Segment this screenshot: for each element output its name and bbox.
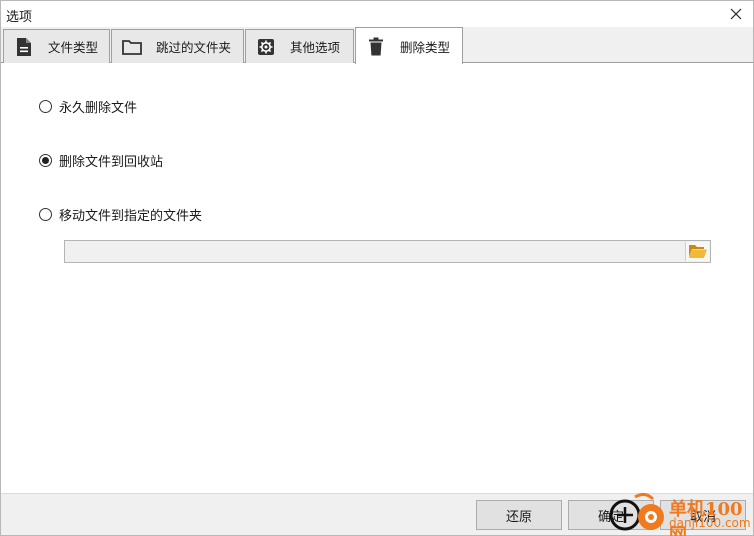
tab-skipped-folders[interactable]: 跳过的文件夹 xyxy=(111,29,244,63)
radio-button-selected[interactable] xyxy=(39,154,52,167)
document-icon xyxy=(14,37,34,57)
site-watermark: 单机100网 danji100.com xyxy=(605,491,753,536)
target-folder-input[interactable] xyxy=(64,240,711,263)
gear-icon xyxy=(256,37,276,57)
tab-file-types[interactable]: 文件类型 xyxy=(3,29,110,63)
tab-label: 删除类型 xyxy=(400,39,451,55)
radio-label: 删除文件到回收站 xyxy=(59,155,164,170)
open-folder-icon xyxy=(688,245,707,258)
options-dialog: 选项 文件类型 跳过的文件夹 其他选项 删除类型 永久删除文件 删除文件到回收站… xyxy=(0,0,754,536)
radio-label: 移动文件到指定的文件夹 xyxy=(59,209,203,224)
window-title: 选项 xyxy=(6,10,33,25)
title-bar: 选项 xyxy=(1,1,753,27)
tab-strip: 文件类型 跳过的文件夹 其他选项 删除类型 xyxy=(1,27,753,64)
close-button[interactable] xyxy=(719,1,753,27)
radio-permanent-delete[interactable]: 永久删除文件 xyxy=(39,97,137,116)
browse-folder-button[interactable] xyxy=(685,242,709,261)
tab-label: 文件类型 xyxy=(48,40,99,55)
trash-icon xyxy=(366,36,386,56)
radio-label: 永久删除文件 xyxy=(59,101,138,116)
restore-button[interactable]: 还原 xyxy=(476,500,562,530)
radio-recycle-bin[interactable]: 删除文件到回收站 xyxy=(39,151,163,170)
watermark-logo-icon xyxy=(609,492,664,531)
tab-other-options[interactable]: 其他选项 xyxy=(245,29,354,63)
folder-icon xyxy=(122,37,142,57)
tab-delete-type[interactable]: 删除类型 xyxy=(355,27,463,64)
delete-type-panel: 永久删除文件 删除文件到回收站 移动文件到指定的文件夹 xyxy=(1,63,753,493)
radio-button[interactable] xyxy=(39,208,52,221)
close-icon xyxy=(730,8,742,20)
radio-button[interactable] xyxy=(39,100,52,113)
tab-label: 跳过的文件夹 xyxy=(156,40,232,55)
radio-move-to-folder[interactable]: 移动文件到指定的文件夹 xyxy=(39,205,202,224)
tab-label: 其他选项 xyxy=(290,40,341,55)
watermark-url: danji100.com xyxy=(669,516,751,530)
